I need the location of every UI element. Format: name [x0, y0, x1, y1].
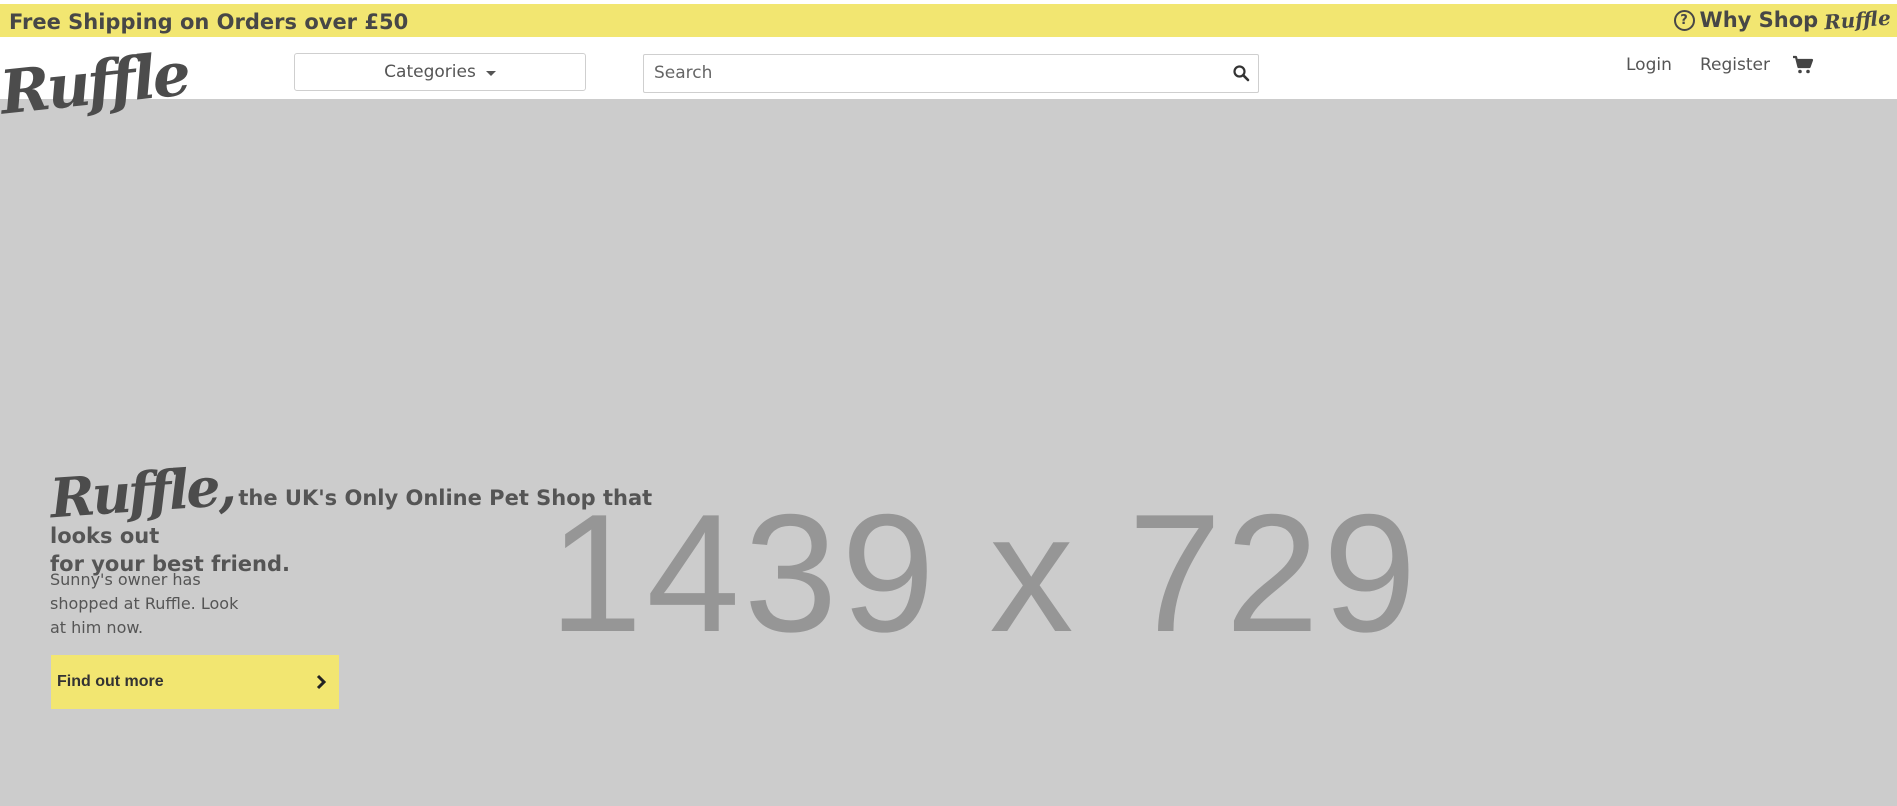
register-link[interactable]: Register: [1700, 55, 1770, 75]
question-circle-icon: ?: [1673, 9, 1695, 31]
hero-headline: Ruffle, the UK's Only Online Pet Shop th…: [48, 454, 670, 576]
why-shop-label: Why Shop: [1699, 8, 1819, 32]
shopping-cart-icon[interactable]: [1792, 55, 1814, 75]
site-logo[interactable]: Ruffle: [0, 39, 191, 128]
hero-description: Sunny's owner has shopped at Ruffle. Loo…: [50, 570, 239, 637]
promo-banner: Free Shipping on Orders over £50 ? Why S…: [0, 4, 1897, 37]
hero-image-placeholder: 1439 x 729: [549, 479, 1421, 667]
caret-down-icon: [485, 70, 496, 76]
hero-brand-logo: Ruffle,: [47, 453, 236, 531]
login-link[interactable]: Login: [1626, 55, 1672, 75]
categories-label: Categories: [384, 62, 476, 82]
categories-dropdown[interactable]: Categories: [294, 53, 586, 91]
find-out-more-label: Find out more: [57, 673, 164, 690]
chevron-right-icon: [316, 674, 327, 690]
why-shop-logo: Ruffle: [1823, 5, 1892, 35]
search-box: [643, 54, 1259, 93]
search-icon[interactable]: [1232, 64, 1250, 82]
free-shipping-text: Free Shipping on Orders over £50: [9, 10, 409, 34]
find-out-more-button[interactable]: Find out more: [51, 655, 339, 709]
why-shop-link[interactable]: ? Why Shop Ruffle: [1673, 5, 1892, 35]
search-input[interactable]: [644, 55, 1214, 90]
